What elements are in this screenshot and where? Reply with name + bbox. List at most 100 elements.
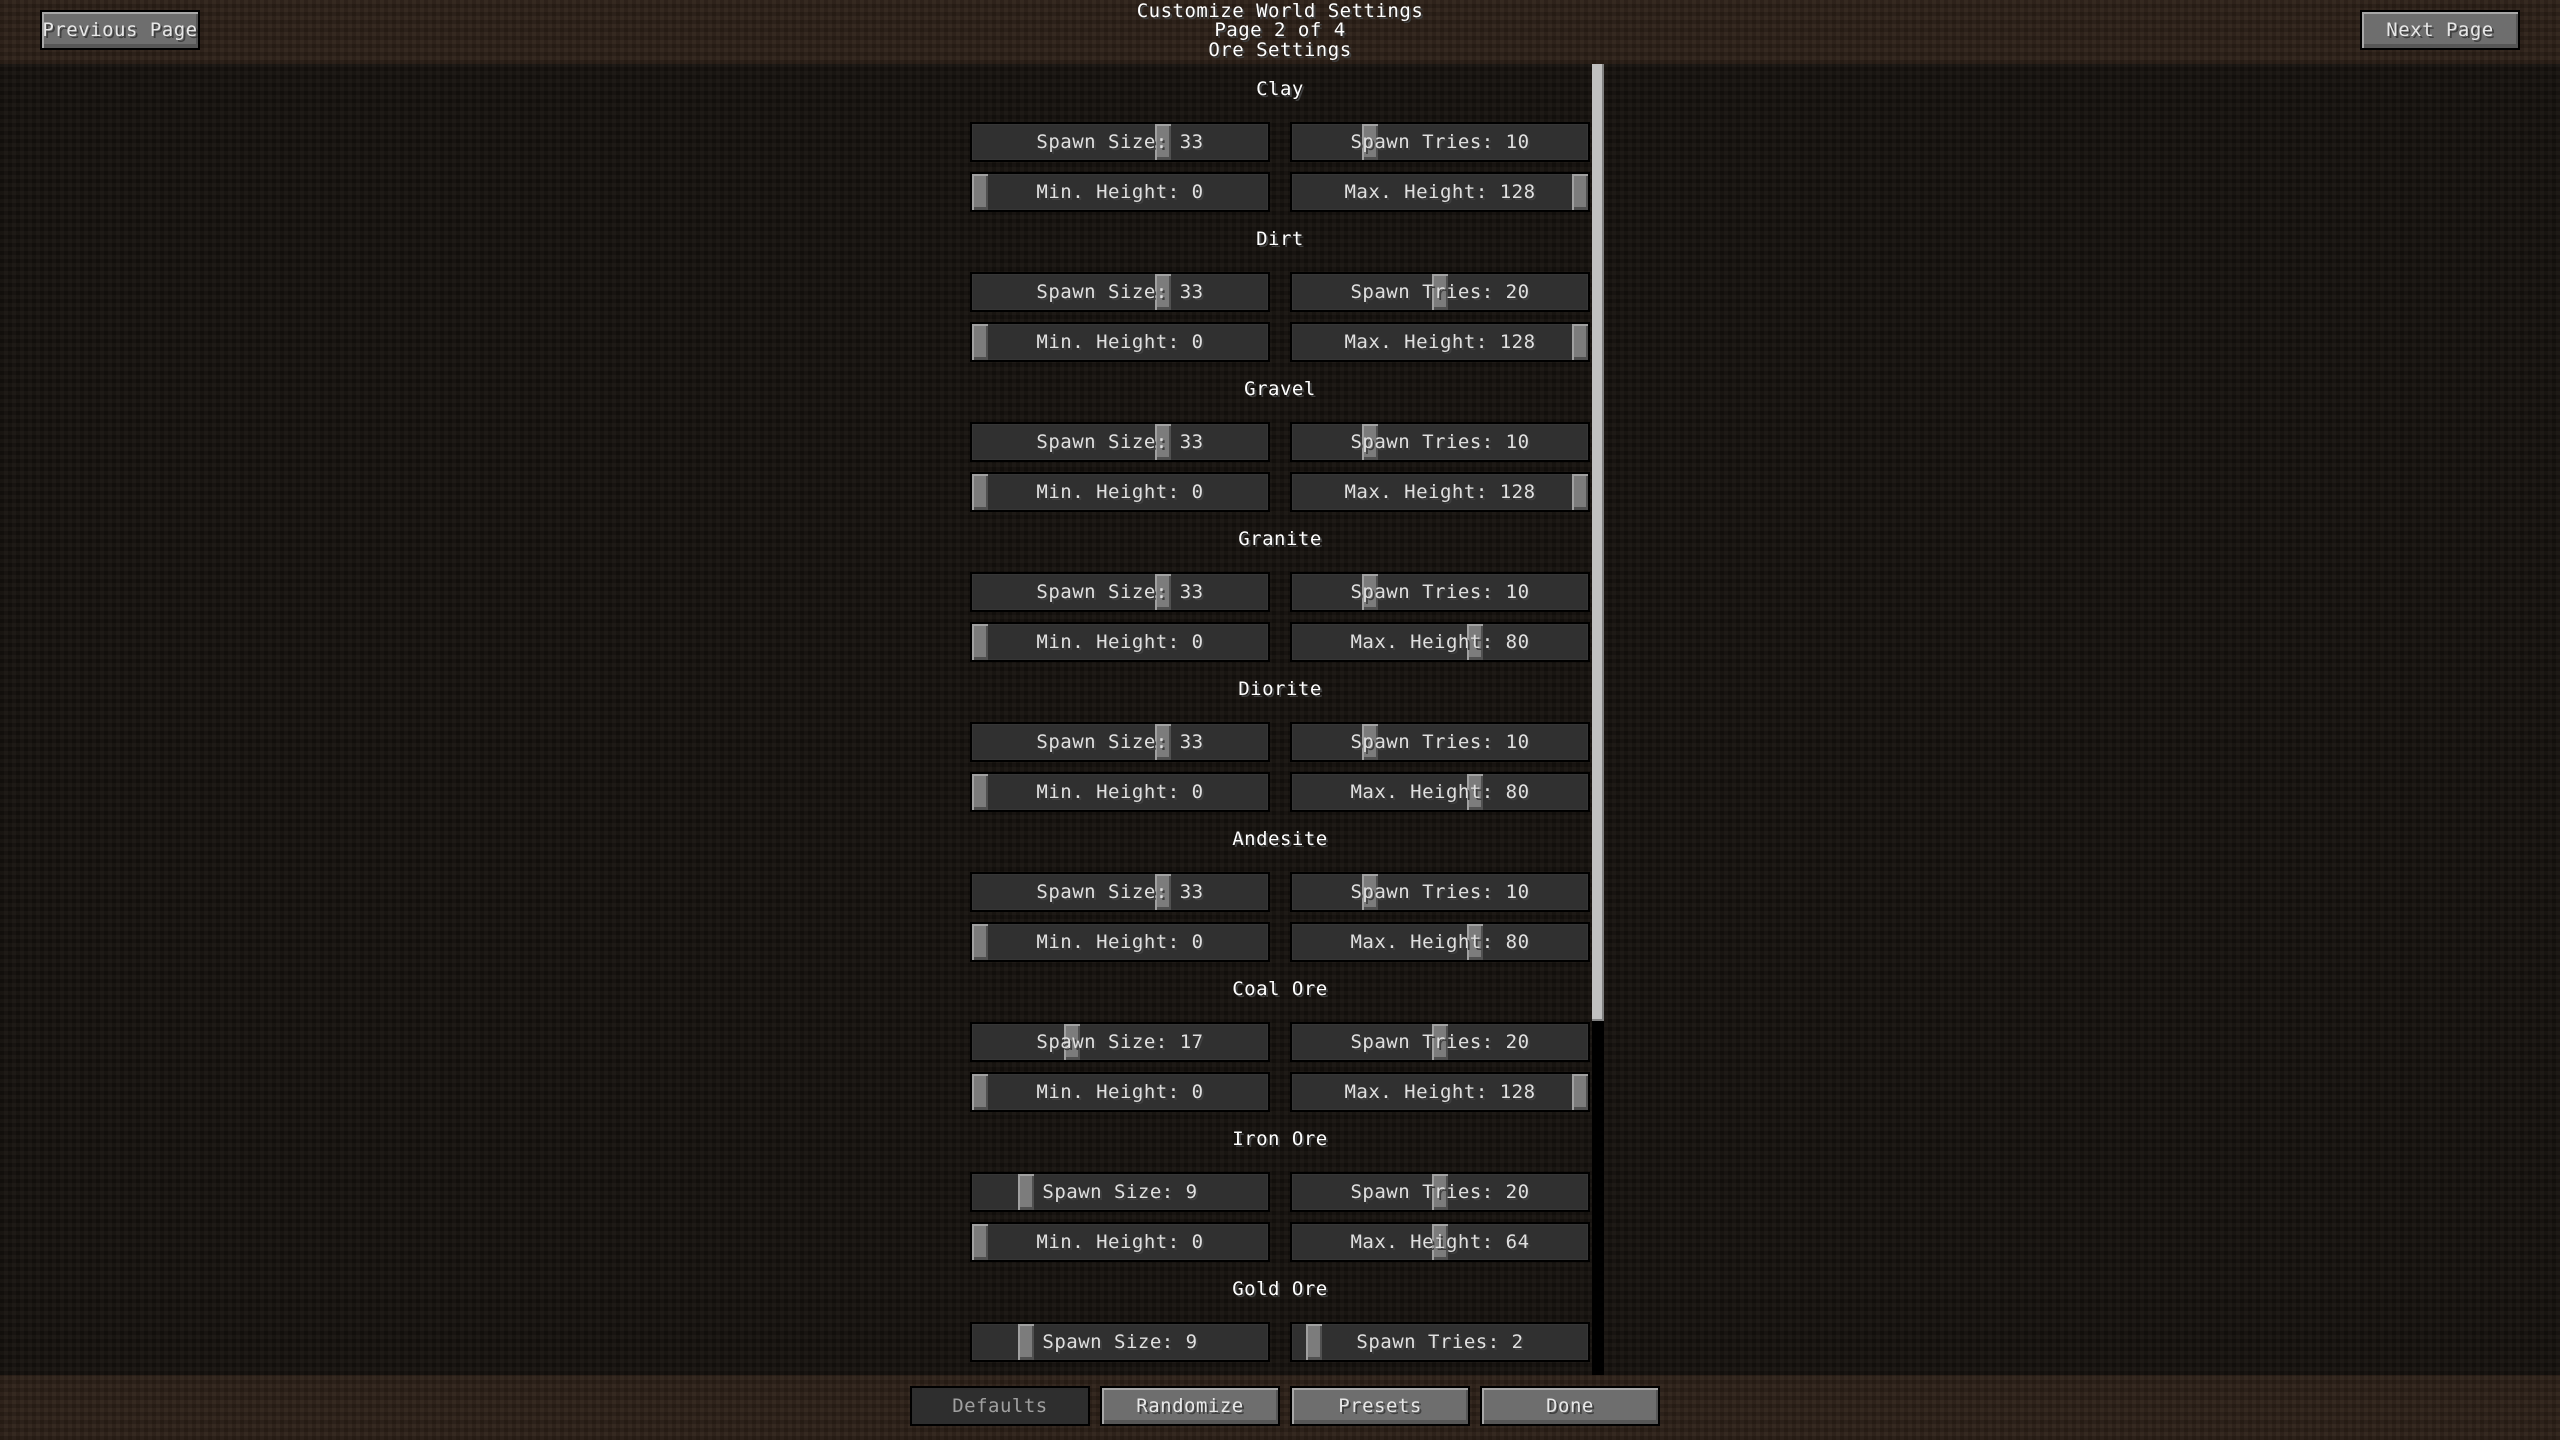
slider-handle[interactable] (972, 1224, 988, 1260)
slider-handle[interactable] (1018, 1174, 1034, 1210)
section-title: Dirt (1256, 228, 1304, 250)
section-clay: Clay Spawn Size: 33 Spawn Tries: 10 Min. He… (0, 64, 2560, 214)
spawn-size-slider[interactable]: Spawn Size: 33 (970, 872, 1270, 912)
slider-label: Min. Height: 0 (1036, 181, 1204, 203)
min-height-slider[interactable]: Min. Height: 0 (970, 172, 1270, 212)
slider-label: Max. Height: 80 (1350, 931, 1530, 953)
section-title: Clay (1256, 78, 1304, 100)
spawn-tries-slider[interactable]: Spawn Tries: 10 (1290, 422, 1590, 462)
spawn-tries-slider[interactable]: Spawn Tries: 10 (1290, 122, 1590, 162)
section-iron-ore: Iron Ore Spawn Size: 9 Spawn Tries: 20 Min.… (0, 1114, 2560, 1264)
spawn-tries-slider[interactable]: Spawn Tries: 20 (1290, 272, 1590, 312)
slider-label: Min. Height: 0 (1036, 481, 1204, 503)
slider-label: Spawn Size: 9 (1042, 1181, 1198, 1203)
max-height-slider[interactable]: Max. Height: 80 (1290, 922, 1590, 962)
slider-handle[interactable] (972, 774, 988, 810)
spawn-size-slider[interactable]: Spawn Size: 17 (970, 1022, 1270, 1062)
slider-label: Spawn Tries: 20 (1350, 1031, 1530, 1053)
section-title: Andesite (1232, 828, 1328, 850)
section-title: Diorite (1238, 678, 1322, 700)
min-height-slider[interactable]: Min. Height: 0 (970, 772, 1270, 812)
section-dirt: Dirt Spawn Size: 33 Spawn Tries: 20 Min. He… (0, 214, 2560, 364)
slider-handle[interactable] (972, 1074, 988, 1110)
slider-handle[interactable] (1572, 474, 1588, 510)
slider-handle[interactable] (972, 924, 988, 960)
slider-handle[interactable] (972, 324, 988, 360)
min-height-slider[interactable]: Min. Height: 0 (970, 622, 1270, 662)
spawn-size-slider[interactable]: Spawn Size: 33 (970, 122, 1270, 162)
section-title: Coal Ore (1232, 978, 1328, 1000)
spawn-size-slider[interactable]: Spawn Size: 9 (970, 1322, 1270, 1362)
slider-label: Min. Height: 0 (1036, 781, 1204, 803)
randomize-button[interactable]: Randomize (1100, 1386, 1280, 1426)
section-title: Granite (1238, 528, 1322, 550)
min-height-slider[interactable]: Min. Height: 0 (970, 922, 1270, 962)
slider-label: Spawn Size: 33 (1036, 881, 1204, 903)
done-button[interactable]: Done (1480, 1386, 1660, 1426)
max-height-slider[interactable]: Max. Height: 80 (1290, 622, 1590, 662)
min-height-slider[interactable]: Min. Height: 0 (970, 322, 1270, 362)
spawn-tries-slider[interactable]: Spawn Tries: 10 (1290, 572, 1590, 612)
slider-label: Max. Height: 64 (1350, 1231, 1530, 1253)
slider-label: Spawn Tries: 20 (1350, 1181, 1530, 1203)
slider-label: Spawn Size: 17 (1036, 1031, 1204, 1053)
slider-label: Spawn Tries: 2 (1356, 1331, 1524, 1353)
max-height-slider[interactable]: Max. Height: 128 (1290, 172, 1590, 212)
scrollbar-thumb[interactable] (1592, 64, 1604, 1021)
min-height-slider[interactable]: Min. Height: 0 (970, 1222, 1270, 1262)
slider-label: Spawn Size: 33 (1036, 431, 1204, 453)
max-height-slider[interactable]: Max. Height: 128 (1290, 472, 1590, 512)
slider-label: Spawn Size: 33 (1036, 131, 1204, 153)
max-height-slider[interactable]: Max. Height: 128 (1290, 1072, 1590, 1112)
max-height-slider[interactable]: Max. Height: 128 (1290, 322, 1590, 362)
max-height-slider[interactable]: Max. Height: 64 (1290, 1222, 1590, 1262)
slider-label: Spawn Tries: 10 (1350, 731, 1530, 753)
spawn-tries-slider[interactable]: Spawn Tries: 20 (1290, 1022, 1590, 1062)
spawn-size-slider[interactable]: Spawn Size: 33 (970, 722, 1270, 762)
defaults-button[interactable]: Defaults (910, 1386, 1090, 1426)
scrollbar[interactable] (1592, 64, 1604, 1375)
spawn-size-slider[interactable]: Spawn Size: 33 (970, 572, 1270, 612)
slider-label: Max. Height: 128 (1344, 331, 1536, 353)
spawn-size-slider[interactable]: Spawn Size: 33 (970, 272, 1270, 312)
min-height-slider[interactable]: Min. Height: 0 (970, 1072, 1270, 1112)
slider-label: Min. Height: 0 (1036, 931, 1204, 953)
presets-button[interactable]: Presets (1290, 1386, 1470, 1426)
slider-handle[interactable] (1306, 1324, 1322, 1360)
section-gravel: Gravel Spawn Size: 33 Spawn Tries: 10 Min. … (0, 364, 2560, 514)
section-title: Iron Ore (1232, 1128, 1328, 1150)
slider-handle[interactable] (1572, 1074, 1588, 1110)
spawn-tries-slider[interactable]: Spawn Tries: 20 (1290, 1172, 1590, 1212)
section-diorite: Diorite Spawn Size: 33 Spawn Tries: 10 Min.… (0, 664, 2560, 814)
next-page-button[interactable]: Next Page (2360, 10, 2520, 50)
slider-handle[interactable] (1572, 324, 1588, 360)
slider-label: Min. Height: 0 (1036, 331, 1204, 353)
slider-label: Spawn Size: 9 (1042, 1331, 1198, 1353)
slider-label: Max. Height: 80 (1350, 781, 1530, 803)
section-gold-ore: Gold Ore Spawn Size: 9 Spawn Tries: 2 (0, 1264, 2560, 1375)
spawn-size-slider[interactable]: Spawn Size: 9 (970, 1172, 1270, 1212)
spawn-tries-slider[interactable]: Spawn Tries: 2 (1290, 1322, 1590, 1362)
slider-handle[interactable] (972, 474, 988, 510)
slider-label: Spawn Size: 33 (1036, 581, 1204, 603)
section-title: Gravel (1244, 378, 1316, 400)
slider-label: Min. Height: 0 (1036, 1081, 1204, 1103)
spawn-size-slider[interactable]: Spawn Size: 33 (970, 422, 1270, 462)
section-coal-ore: Coal Ore Spawn Size: 17 Spawn Tries: 20 Min… (0, 964, 2560, 1114)
slider-label: Max. Height: 128 (1344, 481, 1536, 503)
slider-handle[interactable] (972, 624, 988, 660)
slider-label: Spawn Tries: 10 (1350, 131, 1530, 153)
slider-handle[interactable] (972, 174, 988, 210)
slider-handle[interactable] (1572, 174, 1588, 210)
slider-label: Min. Height: 0 (1036, 631, 1204, 653)
spawn-tries-slider[interactable]: Spawn Tries: 10 (1290, 872, 1590, 912)
max-height-slider[interactable]: Max. Height: 80 (1290, 772, 1590, 812)
section-granite: Granite Spawn Size: 33 Spawn Tries: 10 Min.… (0, 514, 2560, 664)
min-height-slider[interactable]: Min. Height: 0 (970, 472, 1270, 512)
slider-handle[interactable] (1018, 1324, 1034, 1360)
slider-label: Min. Height: 0 (1036, 1231, 1204, 1253)
ore-settings-list: Clay Spawn Size: 33 Spawn Tries: 10 Min. He… (0, 64, 2560, 1375)
section-andesite: Andesite Spawn Size: 33 Spawn Tries: 10 Min… (0, 814, 2560, 964)
spawn-tries-slider[interactable]: Spawn Tries: 10 (1290, 722, 1590, 762)
slider-label: Spawn Size: 33 (1036, 731, 1204, 753)
